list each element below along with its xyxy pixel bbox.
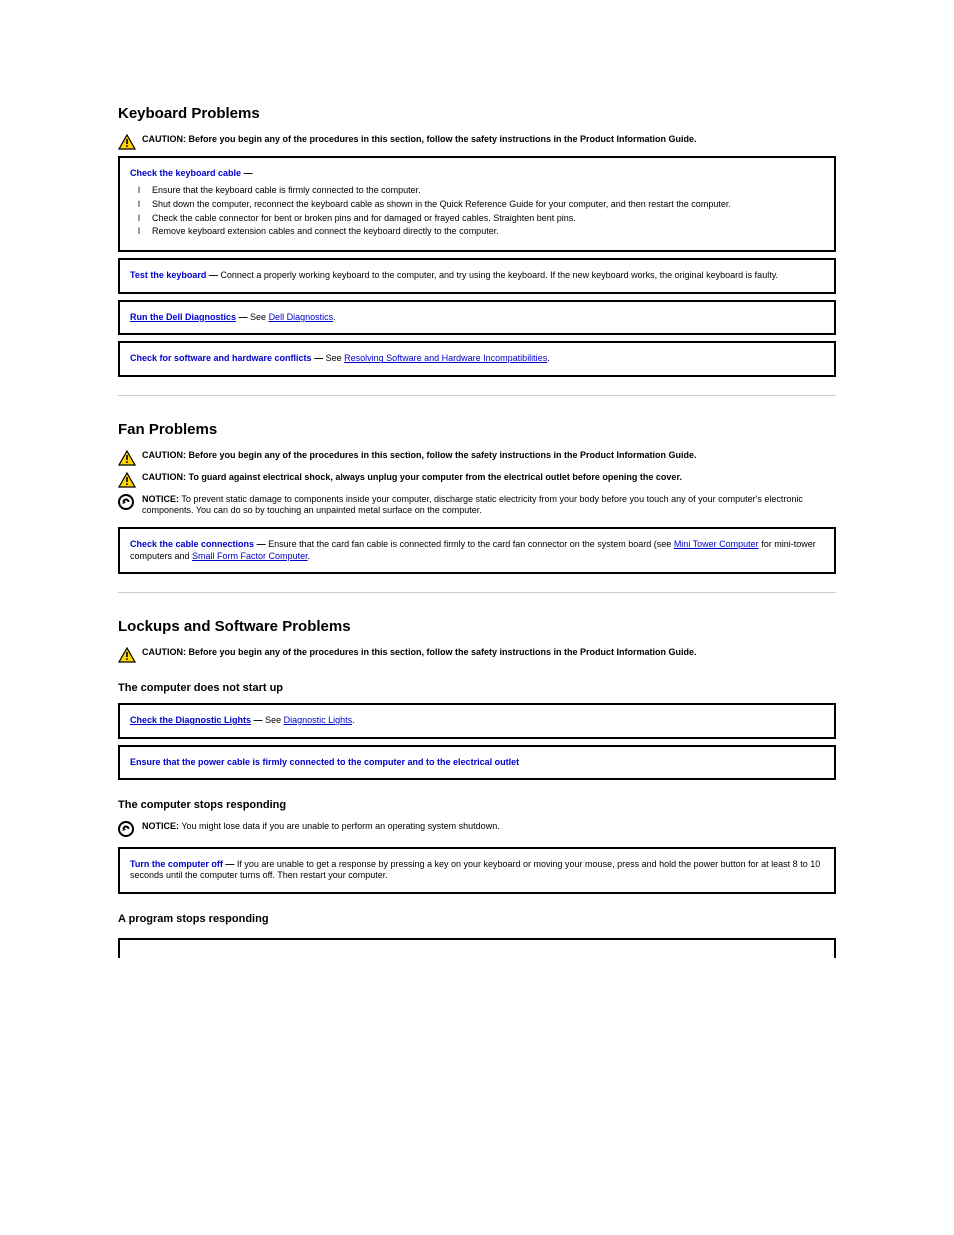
page-content: Keyboard Problems CAUTION: Before you be… [0,0,954,1018]
dash: — [254,715,263,725]
caution-keyboard: CAUTION: Before you begin any of the pro… [118,134,836,150]
dash: — [314,353,323,363]
dash: — [209,270,218,280]
body-pre: Ensure that the card fan cable is connec… [268,539,674,549]
see-text: See [265,715,284,725]
test-keyboard-body: Connect a properly working keyboard to t… [220,270,778,280]
dash: — [239,312,248,322]
box-power-cable: Ensure that the power cable is firmly co… [118,745,836,781]
list-item: Remove keyboard extension cables and con… [130,226,824,238]
caution-label: CAUTION: [142,450,189,460]
caution-fan-2: CAUTION: To guard against electrical sho… [118,472,836,488]
lead-power-cable: Ensure that the power cable is firmly co… [130,757,519,767]
period: . [547,353,550,363]
caution-label: CAUTION: [142,472,189,482]
dash: — [257,539,266,549]
caution-body: To guard against electrical shock, alway… [189,472,682,482]
notice-text: NOTICE: To prevent static damage to comp… [142,494,836,517]
divider [118,592,836,593]
caution-text: CAUTION: To guard against electrical sho… [142,472,836,484]
notice-label: NOTICE: [142,821,179,831]
keyboard-cable-list: Ensure that the keyboard cable is firmly… [130,185,824,238]
divider [118,395,836,396]
dash: — [244,168,253,178]
lead-test-keyboard: Test the keyboard [130,270,206,280]
lead-turn-computer-off: Turn the computer off [130,859,223,869]
caution-text: CAUTION: Before you begin any of the pro… [142,647,836,659]
notice-body: You might lose data if you are unable to… [179,821,500,831]
link-diagnostic-lights[interactable]: Diagnostic Lights [284,715,353,725]
notice-icon [118,821,136,837]
notice-fan: NOTICE: To prevent static damage to comp… [118,494,836,517]
caution-label: CAUTION: [142,647,189,657]
notice-data-loss: NOTICE: You might lose data if you are u… [118,821,836,837]
lead-check-conflicts: Check for software and hardware conflict… [130,353,312,363]
see-text: See [326,353,345,363]
box-turn-computer-off: Turn the computer off — If you are unabl… [118,847,836,894]
heading-lockups: Lockups and Software Problems [118,617,836,637]
caution-icon [118,472,136,488]
link-mini-tower[interactable]: Mini Tower Computer [674,539,759,549]
see-text: See [250,312,269,322]
list-item: Check the cable connector for bent or br… [130,213,824,225]
list-item: Shut down the computer, reconnect the ke… [130,199,824,211]
lead-check-cable-connections: Check the cable connections [130,539,254,549]
notice-body: To prevent static damage to components i… [142,494,803,516]
link-dell-diagnostics[interactable]: Dell Diagnostics [269,312,334,322]
caution-text: CAUTION: Before you begin any of the pro… [142,134,836,146]
caution-text: CAUTION: Before you begin any of the pro… [142,450,836,462]
box-check-cable-connections: Check the cable connections — Ensure tha… [118,527,836,574]
period: . [352,715,355,725]
heading-keyboard-problems: Keyboard Problems [118,104,836,124]
link-resolving-incompat[interactable]: Resolving Software and Hardware Incompat… [344,353,547,363]
heading-fan-problems: Fan Problems [118,420,836,440]
body-post: . [308,551,311,561]
box-check-conflicts: Check for software and hardware conflict… [118,341,836,377]
link-small-form-factor[interactable]: Small Form Factor Computer [192,551,308,561]
caution-body: Before you begin any of the procedures i… [189,134,697,144]
period: . [333,312,336,322]
caution-icon [118,134,136,150]
caution-lockups: CAUTION: Before you begin any of the pro… [118,647,836,663]
notice-icon [118,494,136,510]
turn-off-body: If you are unable to get a response by p… [130,859,820,881]
caution-icon [118,450,136,466]
box-check-keyboard-cable: Check the keyboard cable — Ensure that t… [118,156,836,252]
caution-body: Before you begin any of the procedures i… [189,647,697,657]
notice-label: NOTICE: [142,494,179,504]
lead-check-diag-lights[interactable]: Check the Diagnostic Lights [130,715,251,725]
box-test-keyboard: Test the keyboard — Connect a properly w… [118,258,836,294]
list-item: Ensure that the keyboard cable is firmly… [130,185,824,197]
heading-program-stops: A program stops responding [118,912,836,926]
caution-body: Before you begin any of the procedures i… [189,450,697,460]
caution-label: CAUTION: [142,134,189,144]
dash: — [225,859,234,869]
notice-text: NOTICE: You might lose data if you are u… [142,821,836,833]
lead-run-dell-diagnostics[interactable]: Run the Dell Diagnostics [130,312,236,322]
caution-icon [118,647,136,663]
box-run-dell-diagnostics: Run the Dell Diagnostics — See Dell Diag… [118,300,836,336]
box-truncated [118,938,836,958]
heading-no-start: The computer does not start up [118,681,836,695]
lead-check-keyboard-cable: Check the keyboard cable [130,168,241,178]
caution-fan-1: CAUTION: Before you begin any of the pro… [118,450,836,466]
box-check-diag-lights: Check the Diagnostic Lights — See Diagno… [118,703,836,739]
heading-stops-responding: The computer stops responding [118,798,836,812]
